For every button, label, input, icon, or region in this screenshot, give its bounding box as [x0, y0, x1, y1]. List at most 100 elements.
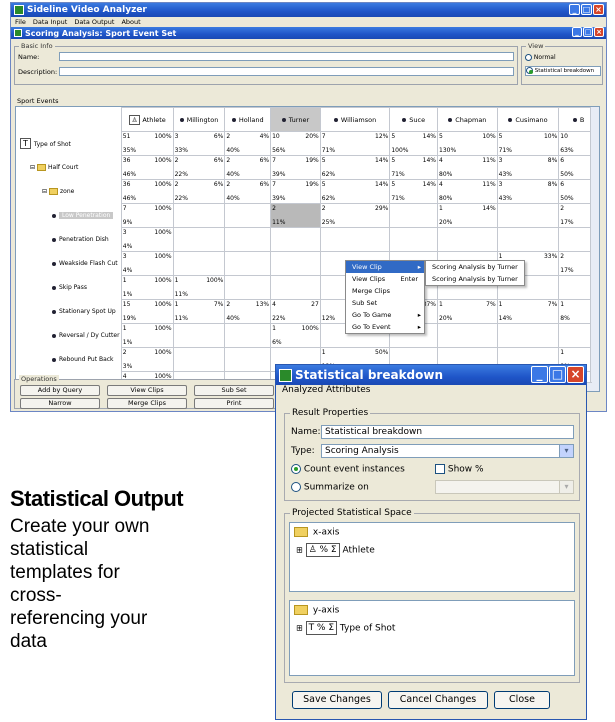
grid-cell[interactable]: 1 100% 6% — [270, 323, 321, 348]
grid-cell[interactable]: 3 8% 43% — [496, 179, 560, 204]
grid-cell[interactable]: 2 6% 22% — [172, 179, 226, 204]
grid-cell[interactable]: 5 14% 71% — [389, 179, 438, 204]
summarize-option[interactable]: Summarize on — [291, 482, 369, 493]
grid-cell[interactable]: 2 29% 25% — [319, 203, 391, 228]
grid-cell[interactable] — [172, 347, 226, 372]
grid-cell[interactable]: 4 11% 80% — [437, 155, 498, 180]
grid-cell[interactable] — [389, 227, 438, 252]
grid-cell[interactable]: 7 100% 9% — [120, 203, 174, 228]
grid-cell[interactable] — [389, 203, 438, 228]
grid-cell[interactable]: 1 100% 1% — [120, 275, 174, 300]
column-header[interactable]: Millington — [172, 107, 226, 132]
merge-clips-button[interactable]: Merge Clips — [107, 398, 187, 409]
grid-cell[interactable]: 1 7% 20% — [437, 299, 498, 324]
grid-cell[interactable] — [270, 251, 321, 276]
print-button[interactable]: Print — [194, 398, 274, 409]
row-header[interactable]: Penetration Dish — [16, 227, 122, 252]
context-menu-item[interactable]: Merge Clips — [346, 285, 424, 297]
column-header[interactable]: ♙ Athlete — [120, 107, 174, 132]
grid-cell[interactable]: 2 6% 40% — [224, 179, 272, 204]
table-row[interactable]: Low Penetration 7 100% 9% 2 11% 2 29% 25% 1 14% 20%… — [16, 203, 599, 228]
context-menu-item[interactable]: Go To Game ▸ — [346, 309, 424, 321]
y-axis-panel[interactable]: y-axis ⊞ T % Σ Type of Shot — [289, 600, 575, 676]
grid-cell[interactable]: 1 7% 14% — [496, 299, 560, 324]
count-option[interactable]: Count event instances — [291, 464, 405, 475]
inner-close-button[interactable]: × — [594, 27, 604, 37]
save-changes-button[interactable]: Save Changes — [292, 691, 382, 709]
view-clips-button[interactable]: View Clips — [107, 385, 187, 396]
sub-set-button[interactable]: Sub Set — [194, 385, 274, 396]
grid-cell[interactable] — [224, 323, 272, 348]
stat-radio[interactable] — [526, 67, 533, 74]
normal-radio[interactable] — [525, 54, 532, 61]
narrow-button[interactable]: Narrow — [20, 398, 100, 409]
grid-cell[interactable]: 36 100% 46% — [120, 179, 174, 204]
grid-cell[interactable]: 2 6% 40% — [224, 155, 272, 180]
submenu-item-1[interactable]: Scoring Analysis by Turner — [426, 261, 524, 273]
row-header[interactable]: Rebound Put Back — [16, 347, 122, 372]
grid-cell[interactable] — [496, 227, 560, 252]
description-input[interactable] — [59, 67, 514, 76]
row-header[interactable]: Skip Pass — [16, 275, 122, 300]
grid-cell[interactable]: 3 100% 4% — [120, 227, 174, 252]
close-button[interactable]: × — [593, 4, 604, 15]
row-header[interactable]: Reversal / Dy Cutter — [16, 323, 122, 348]
grid-cell[interactable]: 2 100% 3% — [120, 347, 174, 372]
table-row[interactable]: Reversal / Dy Cutter 1 100% 1% 1 100% 6% — [16, 323, 599, 348]
context-menu-item[interactable]: View Clip ▸ — [346, 261, 424, 273]
grid-cell[interactable]: 4 27 22% — [270, 299, 321, 324]
grid-cell[interactable] — [319, 227, 391, 252]
grid-cell[interactable]: 4 11% 80% — [437, 179, 498, 204]
show-pct-option[interactable]: Show % — [435, 464, 484, 475]
context-menu-item[interactable]: Go To Event ▸ — [346, 321, 424, 333]
grid-cell[interactable]: 7 19% 39% — [270, 155, 321, 180]
grid-cell[interactable]: 1 100% 11% — [172, 275, 226, 300]
grid-cell[interactable]: 5 14% 100% — [389, 131, 438, 156]
maximize-button[interactable]: □ — [581, 4, 592, 15]
grid-cell[interactable] — [496, 203, 560, 228]
grid-cell[interactable] — [172, 227, 226, 252]
grid-cell[interactable] — [172, 203, 226, 228]
x-axis-panel[interactable]: x-axis ⊞ ♙ % Σ Athlete — [289, 522, 575, 592]
row-header[interactable]: ⊟ zone — [16, 179, 122, 204]
grid-cell[interactable]: 1 14% 20% — [437, 203, 498, 228]
row-header[interactable]: ⊟ Half Court — [16, 155, 122, 180]
collapse-icon[interactable]: ⊟ — [42, 188, 47, 195]
grid-cell[interactable]: 7 12% 71% — [319, 131, 391, 156]
view-stat-option[interactable]: Statistical breakdown — [525, 66, 601, 76]
stat-name-input[interactable]: Statistical breakdown — [321, 425, 574, 439]
grid-cell[interactable] — [224, 347, 272, 372]
table-row[interactable]: T Type of Shot 51 100% 35% 3 6% 33% 2 4% 40% 10 20% 5… — [16, 131, 599, 156]
grid-cell[interactable] — [437, 323, 498, 348]
column-header[interactable]: Turner — [270, 107, 321, 132]
collapse-icon[interactable]: ⊟ — [30, 164, 35, 171]
column-header[interactable]: Suce — [389, 107, 438, 132]
grid-cell[interactable]: 10 20% 56% — [270, 131, 321, 156]
stat-minimize-button[interactable]: _ — [531, 366, 548, 383]
column-header[interactable]: Cusimano — [496, 107, 560, 132]
table-row[interactable]: ⊟ zone 36 100% 46% 2 6% 22% 2 6% 40% 7 19% 39% 5 14% 62%… — [16, 179, 599, 204]
grid-cell[interactable] — [224, 203, 272, 228]
context-menu-item[interactable]: Sub Set — [346, 297, 424, 309]
cancel-changes-button[interactable]: Cancel Changes — [388, 691, 488, 709]
column-header[interactable]: Williamson — [319, 107, 391, 132]
summarize-radio[interactable] — [291, 482, 301, 492]
grid-cell[interactable]: 3 8% 43% — [496, 155, 560, 180]
grid-cell[interactable]: 5 14% 62% — [319, 155, 391, 180]
menu-data-output[interactable]: Data Output — [74, 18, 114, 26]
grid-cell[interactable] — [496, 323, 560, 348]
grid-cell[interactable]: 5 10% 71% — [496, 131, 560, 156]
grid-cell[interactable] — [270, 227, 321, 252]
menu-about[interactable]: About — [121, 18, 140, 26]
x-attr-node[interactable]: ⊞ ♙ % Σ Athlete — [296, 543, 375, 557]
grid-cell[interactable]: 3 6% 33% — [172, 131, 226, 156]
grid-cell[interactable] — [172, 323, 226, 348]
summarize-select[interactable]: ▾ — [435, 480, 574, 494]
grid-cell[interactable] — [224, 227, 272, 252]
grid-cell[interactable]: 2 13% 40% — [224, 299, 272, 324]
minimize-button[interactable]: _ — [569, 4, 580, 15]
row-header[interactable]: T Type of Shot — [16, 131, 122, 156]
grid-cell[interactable]: 7 19% 39% — [270, 179, 321, 204]
row-header[interactable]: Weakside Flash Cut — [16, 251, 122, 276]
view-normal-option[interactable]: Normal — [525, 54, 556, 61]
